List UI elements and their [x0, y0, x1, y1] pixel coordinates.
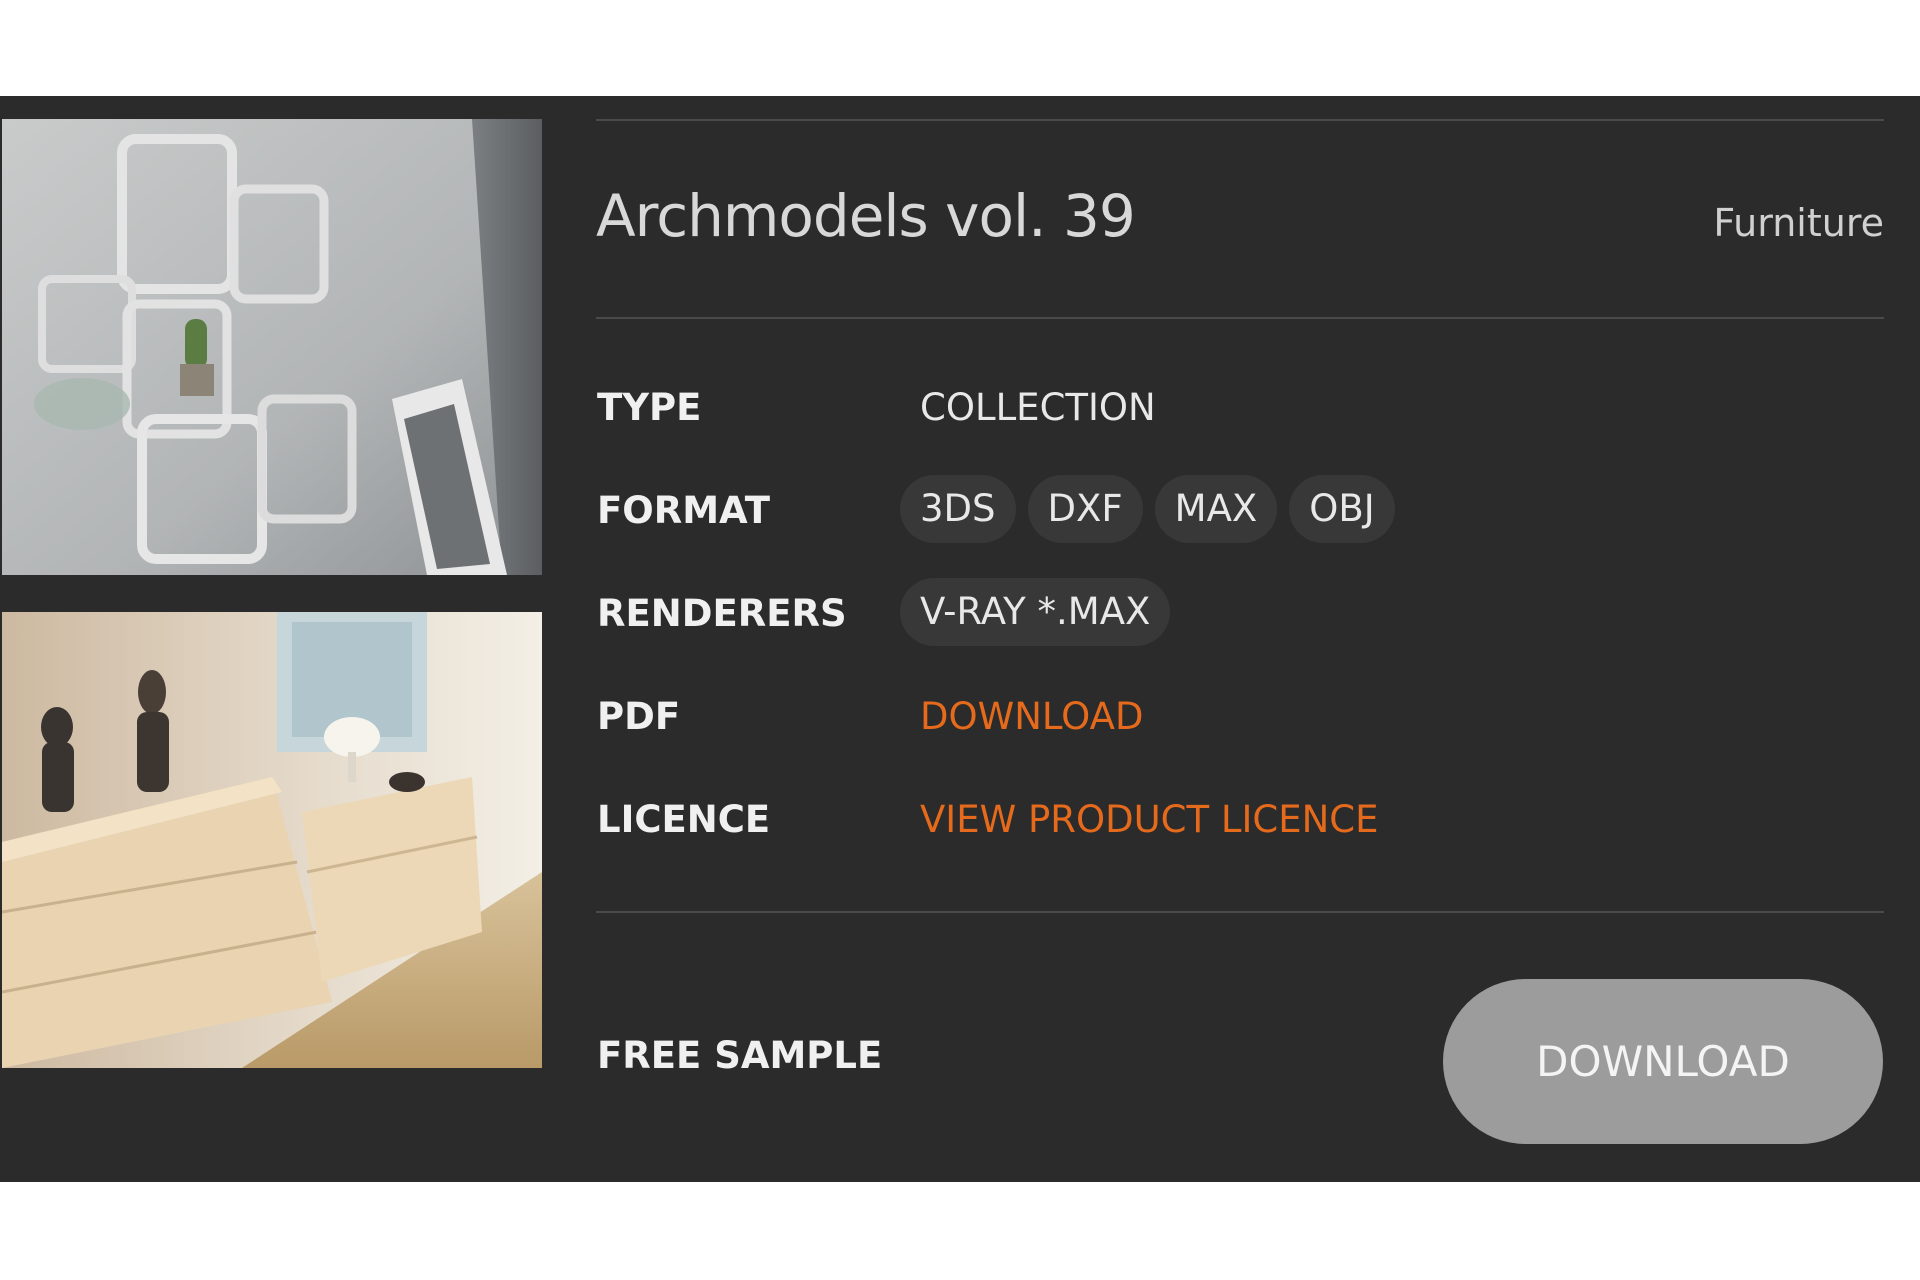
view-licence-link[interactable]: VIEW PRODUCT LICENCE [920, 798, 1379, 841]
format-tag-max[interactable]: MAX [1154, 475, 1278, 543]
format-tag-3ds[interactable]: 3DS [900, 475, 1016, 543]
type-value: COLLECTION [920, 386, 1156, 429]
renderer-tags: V-RAY *.MAX [900, 578, 1171, 646]
format-label: FORMAT [597, 489, 771, 532]
divider-top [596, 119, 1884, 121]
product-image-shelves[interactable] [2, 119, 542, 575]
pdf-download-link[interactable]: DOWNLOAD [920, 695, 1143, 738]
renderers-label: RENDERERS [597, 592, 847, 635]
type-label: TYPE [597, 386, 702, 429]
dresser-render-image [2, 612, 542, 1068]
free-sample-download-button[interactable]: DOWNLOAD [1443, 979, 1883, 1144]
divider-header [596, 317, 1884, 319]
product-title: Archmodels vol. 39 [596, 182, 1136, 250]
format-tag-dxf[interactable]: DXF [1027, 475, 1143, 543]
shelves-render-image [2, 119, 542, 575]
pdf-label: PDF [597, 695, 681, 738]
product-image-dresser[interactable] [2, 612, 542, 1068]
licence-label: LICENCE [597, 798, 771, 841]
renderer-tag-vray[interactable]: V-RAY *.MAX [900, 578, 1171, 646]
free-sample-label: FREE SAMPLE [597, 1034, 883, 1077]
format-tags: 3DS DXF MAX OBJ [900, 475, 1395, 543]
product-category[interactable]: Furniture [1713, 201, 1884, 245]
format-tag-obj[interactable]: OBJ [1289, 475, 1395, 543]
divider-bottom [596, 911, 1884, 913]
product-panel: Archmodels vol. 39 Furniture TYPE COLLEC… [0, 96, 1920, 1182]
